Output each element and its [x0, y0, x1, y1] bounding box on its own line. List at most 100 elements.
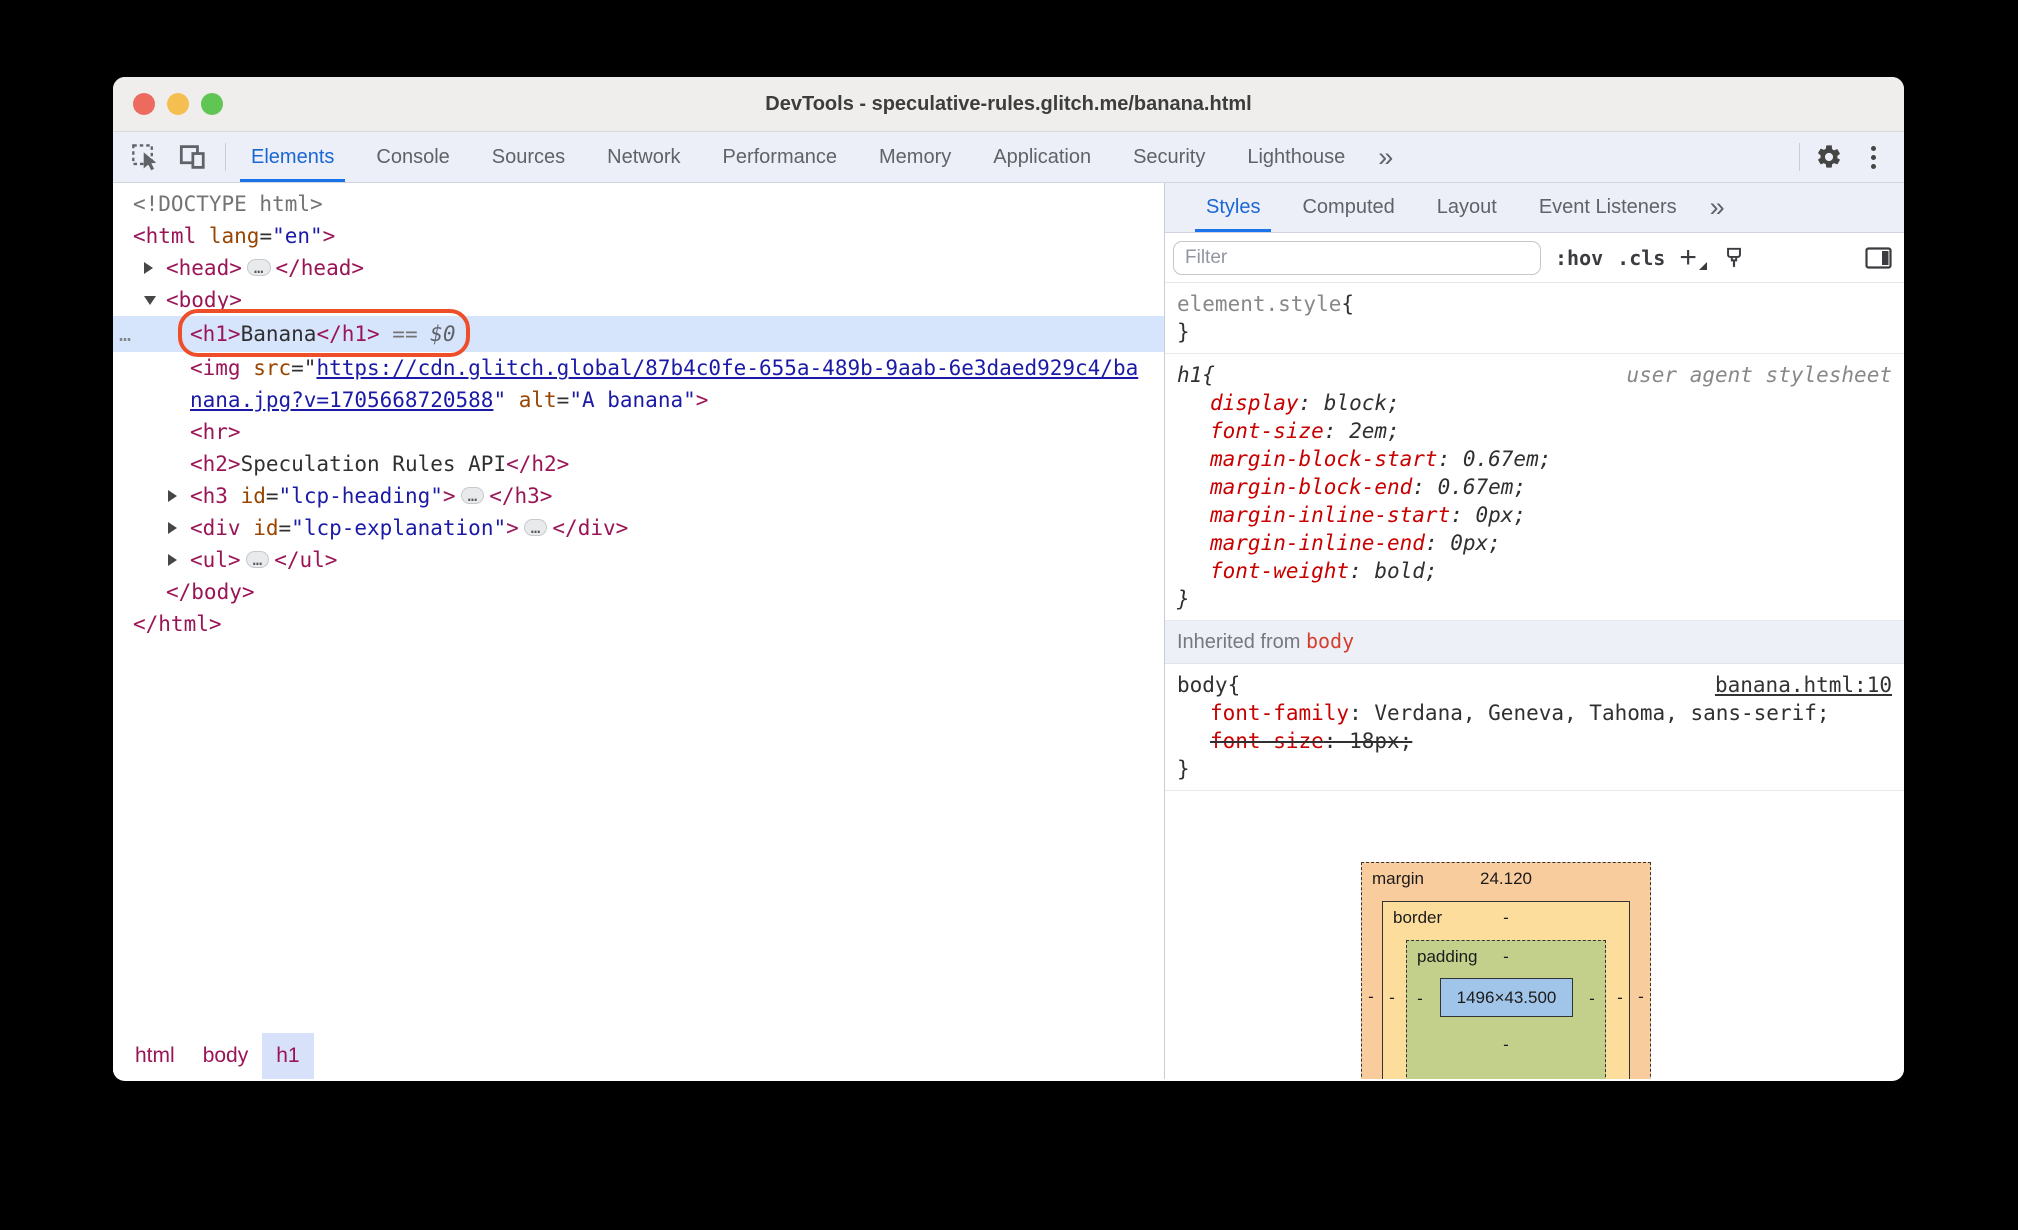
dom-token-text: Banana	[240, 322, 317, 346]
dom-token-link[interactable]: nana.jpg?v=1705668720588	[190, 388, 493, 412]
styles-filter-input[interactable]	[1173, 240, 1541, 275]
dom-token-gray: <!DOCTYPE html>	[133, 192, 323, 216]
more-panels-button[interactable]: »	[1366, 132, 1405, 182]
rule-closing-brace: }	[1177, 320, 1190, 344]
rule-selector[interactable]: h1	[1177, 361, 1202, 389]
box-model-diagram[interactable]: margin 24.120 - - border - - - - padding	[1361, 862, 1651, 1079]
box-model-margin[interactable]: margin 24.120 - - border - - - - padding	[1361, 862, 1651, 1079]
margin-right-value[interactable]: -	[1634, 987, 1648, 1007]
css-property-row[interactable]: font-weight: bold;	[1177, 557, 1892, 585]
css-property-row[interactable]: margin-block-end: 0.67em;	[1177, 473, 1892, 501]
css-property-row[interactable]: font-size: 18px;	[1177, 727, 1892, 755]
zoom-window-button[interactable]	[201, 93, 223, 115]
kebab-menu-icon[interactable]	[1854, 138, 1892, 176]
tab-performance[interactable]: Performance	[702, 132, 859, 182]
tab-memory[interactable]: Memory	[858, 132, 972, 182]
dom-tree-row[interactable]: <hr>	[113, 416, 1164, 448]
dom-tree-row[interactable]: <head>… </head>	[113, 252, 1164, 284]
breadcrumb-item-body[interactable]: body	[189, 1033, 263, 1079]
dom-token-tag: </html>	[133, 612, 222, 636]
dom-token-eq: ="	[291, 356, 317, 380]
css-property-row[interactable]: margin-inline-start: 0px;	[1177, 501, 1892, 529]
row-menu-dots-icon[interactable]: …	[119, 316, 132, 352]
border-left-value[interactable]: -	[1385, 988, 1399, 1008]
dom-tree-row[interactable]: <html lang="en">	[113, 220, 1164, 252]
padding-left-value[interactable]: -	[1413, 989, 1427, 1009]
tab-sources[interactable]: Sources	[471, 132, 586, 182]
new-style-rule-icon[interactable]: +	[1679, 242, 1707, 272]
css-property-row[interactable]: margin-block-start: 0.67em;	[1177, 445, 1892, 473]
dom-tree-row[interactable]: <h3 id="lcp-heading">… </h3>	[113, 480, 1164, 512]
rule-selector[interactable]: element.style	[1177, 290, 1341, 318]
css-property-row[interactable]: margin-inline-end: 0px;	[1177, 529, 1892, 557]
brush-icon[interactable]	[1719, 239, 1749, 277]
devtools-content: <!DOCTYPE html> <html lang="en"> <head>… </…	[113, 183, 1904, 1079]
box-model-content[interactable]: 1496×43.500	[1440, 978, 1573, 1017]
breadcrumb-item-h1[interactable]: h1	[262, 1033, 314, 1079]
box-model-padding[interactable]: padding - - - - 1496×43.500	[1406, 940, 1606, 1079]
expand-children-button[interactable]: …	[460, 487, 485, 504]
dom-token-tag: </ul>	[274, 548, 338, 572]
dom-token-val: "lcp-explanation"	[291, 516, 507, 540]
styles-toolbar: :hov .cls +	[1165, 233, 1904, 283]
dom-tree-row[interactable]: <div id="lcp-explanation">… </div>	[113, 512, 1164, 544]
sidebar-tab-event-listeners[interactable]: Event Listeners	[1518, 183, 1698, 232]
padding-top-value[interactable]: -	[1407, 947, 1605, 967]
padding-right-value[interactable]: -	[1585, 989, 1599, 1009]
tab-security[interactable]: Security	[1112, 132, 1226, 182]
window-titlebar[interactable]: DevTools - speculative-rules.glitch.me/b…	[113, 77, 1904, 132]
expand-children-button[interactable]: …	[245, 551, 270, 568]
border-right-value[interactable]: -	[1613, 988, 1627, 1008]
dom-token-tag: <ul>	[190, 548, 241, 572]
dom-tree-row[interactable]: <ul>… </ul>	[113, 544, 1164, 576]
dom-token-tag: <body>	[166, 288, 242, 312]
tab-application[interactable]: Application	[972, 132, 1112, 182]
inspect-element-icon[interactable]	[127, 138, 165, 176]
toggle-class-button[interactable]: .cls	[1617, 246, 1665, 270]
dom-token-tag: >	[442, 484, 456, 508]
margin-top-value[interactable]: 24.120	[1362, 869, 1650, 889]
dom-tree-row[interactable]: </body>	[113, 576, 1164, 608]
dom-tree-row[interactable]: … <h1>Banana</h1> == $0	[113, 309, 1164, 357]
rule-source-link[interactable]: banana.html:10	[1715, 671, 1892, 699]
breadcrumb-item-html[interactable]: html	[121, 1033, 189, 1079]
minimize-window-button[interactable]	[167, 93, 189, 115]
dom-tree-row[interactable]: <body>	[113, 284, 1164, 316]
tab-lighthouse[interactable]: Lighthouse	[1226, 132, 1366, 182]
box-model-border[interactable]: border - - - - padding - - - - 14	[1382, 901, 1630, 1079]
tab-elements[interactable]: Elements	[230, 132, 355, 182]
css-property-row[interactable]: display: block;	[1177, 389, 1892, 417]
expand-children-button[interactable]: …	[523, 519, 548, 536]
dom-tree-row[interactable]: </html>	[113, 608, 1164, 640]
sidebar-tab-computed[interactable]: Computed	[1281, 183, 1415, 232]
expand-children-button[interactable]: …	[246, 259, 271, 276]
css-property-row[interactable]: font-size: 2em;	[1177, 417, 1892, 445]
sidebar-tab-layout[interactable]: Layout	[1416, 183, 1518, 232]
inherited-node-link[interactable]: body	[1306, 629, 1354, 653]
dom-tree-row[interactable]: nana.jpg?v=1705668720588" alt="A banana"…	[113, 384, 1164, 416]
more-sidebar-tabs-button[interactable]: »	[1698, 183, 1737, 232]
padding-bottom-value[interactable]: -	[1499, 1035, 1513, 1055]
rule-selector[interactable]: body	[1177, 671, 1228, 699]
close-window-button[interactable]	[133, 93, 155, 115]
expand-arrow-icon[interactable]	[144, 262, 153, 274]
expand-arrow-icon[interactable]	[168, 522, 177, 534]
settings-gear-icon[interactable]	[1810, 138, 1848, 176]
margin-left-value[interactable]: -	[1364, 987, 1378, 1007]
tab-network[interactable]: Network	[586, 132, 701, 182]
toggle-pseudo-state-button[interactable]: :hov	[1555, 246, 1603, 270]
toggle-sidebar-icon[interactable]	[1862, 239, 1894, 277]
dom-tree-row[interactable]: <h2>Speculation Rules API</h2>	[113, 448, 1164, 480]
dom-tree-row[interactable]: <img src="https://cdn.glitch.global/87b4…	[113, 352, 1164, 384]
dom-tree-row[interactable]: <!DOCTYPE html>	[113, 188, 1164, 220]
dom-token-tag: </h1>	[316, 322, 380, 346]
dom-token-link[interactable]: https://cdn.glitch.global/87b4c0fe-655a-…	[316, 356, 1138, 380]
border-top-value[interactable]: -	[1383, 908, 1629, 928]
expand-arrow-icon[interactable]	[168, 554, 177, 566]
collapse-arrow-icon[interactable]	[144, 296, 156, 305]
sidebar-tab-styles[interactable]: Styles	[1185, 183, 1281, 232]
css-property-row[interactable]: font-family: Verdana, Geneva, Tahoma, sa…	[1177, 699, 1892, 727]
expand-arrow-icon[interactable]	[168, 490, 177, 502]
device-toolbar-icon[interactable]	[175, 138, 213, 176]
tab-console[interactable]: Console	[355, 132, 470, 182]
